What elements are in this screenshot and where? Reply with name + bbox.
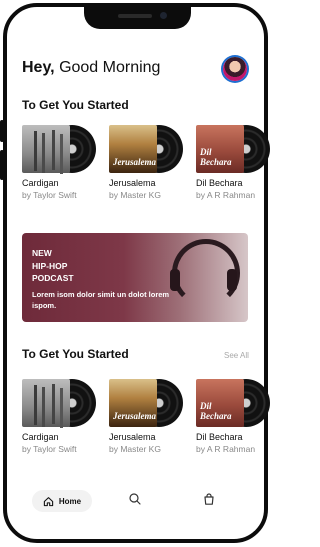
headphone-cup-right <box>227 269 237 291</box>
album-cover: Jerusalema <box>109 125 157 173</box>
album-card-jerusalema[interactable]: Jerusalema Jerusalema by Master KG <box>109 379 189 454</box>
banner-description: Lorem isom dolor simit un dolot lorem is… <box>32 290 170 310</box>
album-title: Dil Bechara <box>196 432 243 442</box>
side-button <box>0 150 4 180</box>
album-card-dil-bechara[interactable]: Dil Bechara Dil Bechara by A R Rahman <box>196 125 276 200</box>
cover-text: Jerusalema <box>113 411 157 421</box>
cover-text: Dil Bechara <box>200 401 232 421</box>
greeting-bold: Hey, <box>22 59 55 76</box>
album-cover: Dil Bechara <box>196 125 244 173</box>
album-card-dil-bechara[interactable]: Dil Bechara Dil Bechara by A R Rahman <box>196 379 276 454</box>
avatar[interactable] <box>223 57 247 81</box>
cover-text: Jerusalema <box>113 157 157 167</box>
album-title: Cardigan <box>22 178 59 188</box>
album-card-cardigan[interactable]: Cardigan by Taylor Swift <box>22 125 102 200</box>
album-cover: Dil Bechara <box>196 379 244 427</box>
nav-home-label: Home <box>58 496 82 506</box>
home-icon <box>43 496 54 506</box>
album-title: Jerusalema <box>109 432 156 442</box>
headphone-cup-left <box>170 269 180 291</box>
cover-text: Dil Bechara <box>200 147 232 167</box>
see-all-link[interactable]: See All <box>224 351 249 360</box>
album-title: Dil Bechara <box>196 178 243 188</box>
podcast-banner[interactable]: NEW HIP-HOP PODCAST Lorem isom dolor sim… <box>22 233 248 322</box>
nav-home[interactable]: Home <box>32 490 92 512</box>
album-artist: by Master KG <box>109 444 161 454</box>
album-card-jerusalema[interactable]: Jerusalema Jerusalema by Master KG <box>109 125 189 200</box>
album-title: Cardigan <box>22 432 59 442</box>
album-title: Jerusalema <box>109 178 156 188</box>
notch <box>84 3 191 29</box>
album-cover: Jerusalema <box>109 379 157 427</box>
section-title: To Get You Started <box>22 98 129 112</box>
volume-button <box>0 120 4 142</box>
speaker <box>118 14 152 18</box>
album-artist: by Taylor Swift <box>22 190 77 200</box>
bottom-nav: Home <box>22 488 248 514</box>
banner-title: NEW HIP-HOP PODCAST <box>32 248 74 283</box>
camera <box>160 12 167 19</box>
album-artist: by Taylor Swift <box>22 444 77 454</box>
bag-icon[interactable] <box>202 492 216 506</box>
album-cover <box>22 379 70 427</box>
album-cover <box>22 125 70 173</box>
greeting: Hey, Good Morning <box>22 59 160 77</box>
album-artist: by Master KG <box>109 190 161 200</box>
album-artist: by A R Rahman <box>196 444 256 454</box>
album-artist: by A R Rahman <box>196 190 256 200</box>
section-title: To Get You Started <box>22 347 129 361</box>
search-icon[interactable] <box>128 492 142 506</box>
greeting-rest: Good Morning <box>59 59 161 76</box>
album-card-cardigan[interactable]: Cardigan by Taylor Swift <box>22 379 102 454</box>
